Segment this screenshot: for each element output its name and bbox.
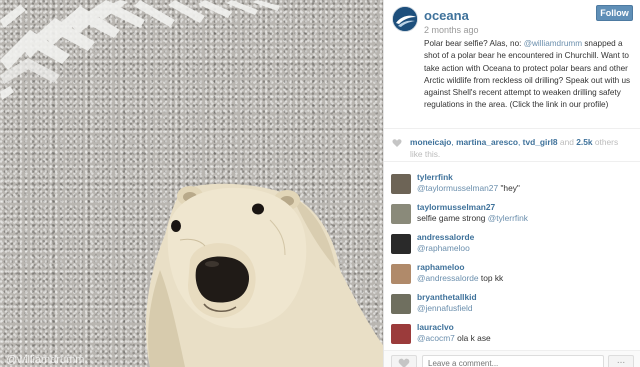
- comment-item: bryanthetallkid @jennafusfield: [384, 290, 640, 318]
- liker-link[interactable]: moneicajo: [410, 137, 451, 147]
- comment-username[interactable]: raphameloo: [417, 262, 464, 272]
- comment-body: "hey": [498, 183, 520, 193]
- oceana-logo-icon: [393, 7, 417, 31]
- comment-mention-link[interactable]: @taylormusselman27: [417, 183, 498, 193]
- comment-item: andressalorde @raphameloo: [384, 230, 640, 258]
- comment-item: taylormusselman27 selfie game strong @ty…: [384, 200, 640, 228]
- comment-item: lauraclvo @acocm7 ola k ase: [384, 320, 640, 348]
- avatar[interactable]: [391, 264, 411, 284]
- comment-body: ola k ase: [454, 333, 491, 343]
- comment-item: raphameloo @andressalorde top kk: [384, 260, 640, 288]
- comment-mention-link[interactable]: @acocm7: [417, 333, 455, 343]
- comment-username[interactable]: andressalorde: [417, 232, 474, 242]
- comment-text: @acocm7 ola k ase: [417, 333, 491, 343]
- comment-username[interactable]: bryanthetallkid: [417, 292, 477, 302]
- avatar[interactable]: [391, 174, 411, 194]
- tire-tracks: [0, 0, 280, 100]
- post-details-pane: oceana 2 months ago Follow Polar bear se…: [383, 0, 640, 367]
- liker-link[interactable]: tvd_girl8: [523, 137, 558, 147]
- like-button[interactable]: [391, 355, 417, 367]
- post-caption: Polar bear selfie? Alas, no: @williamdru…: [424, 38, 636, 112]
- likes-and-text: and: [557, 137, 577, 147]
- comment-username[interactable]: taylormusselman27: [417, 202, 495, 212]
- avatar[interactable]: [391, 204, 411, 224]
- comment-text: @taylormusselman27 "hey": [417, 183, 520, 193]
- instagram-post-view: @williamdrumm oceana 2 months ago Follow…: [0, 0, 640, 367]
- avatar[interactable]: [391, 294, 411, 314]
- post-timestamp: 2 months ago: [424, 25, 479, 35]
- ellipsis-icon[interactable]: ...: [608, 355, 634, 367]
- comment-item: tylerrfink @taylormusselman27 "hey": [384, 170, 640, 198]
- comment-mention-link[interactable]: @andressalorde: [417, 273, 479, 283]
- polar-bear-photo-illustration: [0, 0, 383, 367]
- heart-icon: [392, 139, 402, 147]
- liker-link[interactable]: martina_aresco: [456, 137, 518, 147]
- comment-text: @andressalorde top kk: [417, 273, 503, 283]
- caption-mention-link[interactable]: @williamdrumm: [524, 39, 582, 48]
- comment-username[interactable]: tylerrfink: [417, 172, 453, 182]
- comment-mention-link[interactable]: @tylerrfink: [488, 213, 528, 223]
- follow-button[interactable]: Follow: [596, 5, 633, 21]
- avatar[interactable]: [391, 234, 411, 254]
- comment-mention-link[interactable]: @jennafusfield: [417, 303, 473, 313]
- avatar[interactable]: [391, 324, 411, 344]
- post-username[interactable]: oceana: [424, 8, 469, 23]
- polar-bear: [145, 183, 383, 367]
- caption-text-start: Polar bear selfie? Alas, no:: [424, 39, 524, 48]
- comment-mention-link[interactable]: @raphameloo: [417, 243, 470, 253]
- comment-body: selfie game strong: [417, 213, 488, 223]
- likes-summary: moneicajo, martina_aresco, tvd_girl8 and…: [384, 128, 640, 162]
- comment-text: selfie game strong @tylerrfink: [417, 213, 528, 223]
- post-photo[interactable]: @williamdrumm: [0, 0, 383, 367]
- comment-username[interactable]: lauraclvo: [417, 322, 454, 332]
- avatar[interactable]: [392, 6, 418, 32]
- caption-text-end: snapped a shot of a polar bear he encoun…: [424, 39, 631, 110]
- heart-icon: [398, 358, 410, 367]
- comment-text: @jennafusfield: [417, 303, 473, 313]
- comment-bar: ...: [384, 350, 640, 367]
- comment-input[interactable]: [422, 355, 604, 367]
- photo-watermark: @williamdrumm: [6, 354, 85, 366]
- comment-text: @raphameloo: [417, 243, 470, 253]
- comment-body: top kk: [478, 273, 504, 283]
- likes-count[interactable]: 2.5k: [576, 137, 592, 147]
